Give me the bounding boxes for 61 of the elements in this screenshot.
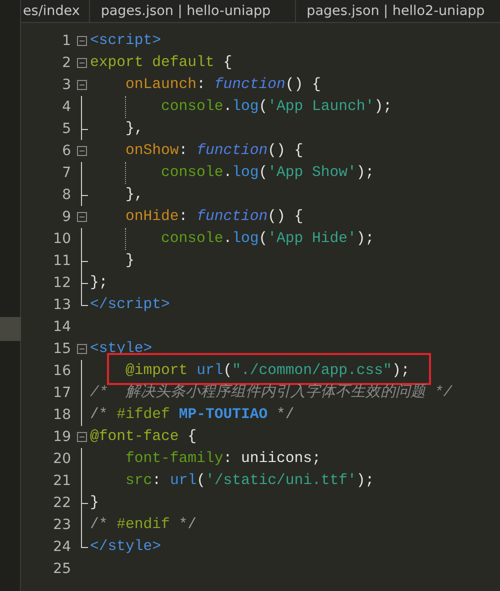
file-tab[interactable]: es/index [21, 0, 90, 22]
code-line: }, [124, 186, 144, 205]
code-line: onLaunch: function() { [124, 76, 322, 95]
code-line: export default { [90, 54, 234, 73]
collapse-icon[interactable] [77, 80, 87, 90]
code-line: /* #ifdef MP-TOUTIAO */ [90, 406, 296, 425]
collapse-icon[interactable] [77, 146, 87, 156]
scroll-marker [0, 317, 21, 341]
code-line: console.log('App Hide'); [90, 228, 500, 250]
line-number: 7 [61, 165, 71, 181]
line-number: 20 [52, 451, 71, 467]
file-tab[interactable]: pages.json | hello-uniapp [90, 0, 296, 22]
line-number: 22 [52, 495, 71, 511]
collapse-icon[interactable] [77, 58, 87, 68]
line-number: 10 [52, 231, 71, 247]
collapse-icon[interactable] [77, 36, 87, 46]
code-line: }; [90, 274, 109, 293]
line-number: 18 [52, 407, 71, 423]
fold-end-line [81, 536, 88, 548]
code-line: src: url('/static/uni.ttf'); [124, 472, 376, 491]
code-line: }, [124, 120, 144, 139]
line-number: 2 [61, 55, 71, 71]
line-number: 9 [61, 209, 71, 225]
code-line: @font-face { [90, 428, 198, 447]
code-line: </style> [90, 538, 162, 557]
line-number: 15 [52, 341, 71, 357]
code-line: onHide: function() { [124, 208, 304, 227]
line-number: 19 [52, 429, 71, 445]
code-line: <style> [90, 340, 154, 359]
line-number: 6 [61, 143, 71, 159]
collapse-icon[interactable] [77, 432, 87, 442]
line-number: 24 [52, 539, 71, 555]
line-number: 14 [52, 319, 71, 335]
code-line: console.log('App Launch'); [90, 96, 500, 118]
line-number: 13 [52, 297, 71, 313]
line-number: 8 [61, 187, 71, 203]
fold-end-line [81, 294, 88, 306]
code-line: /* 解决头条小程序组件内引入字体不生效的问题 */ [90, 382, 454, 403]
collapse-icon[interactable] [77, 344, 87, 354]
code-line: } [124, 252, 136, 271]
file-tab[interactable]: pages.json | hello2-uniapp [296, 0, 500, 22]
line-number: 25 [52, 561, 71, 577]
code-line: onShow: function() { [124, 142, 304, 161]
line-number: 17 [52, 385, 71, 401]
code-line: @import url("./common/app.css"); [90, 360, 500, 382]
code-line: <script> [90, 32, 162, 51]
code-line: font-family: uniicons; [124, 450, 322, 469]
collapse-icon[interactable] [77, 212, 87, 222]
code-line: /* #endif */ [90, 516, 198, 535]
line-number: 23 [52, 517, 71, 533]
line-number: 1 [61, 33, 71, 49]
code-line: } [90, 494, 100, 513]
line-number: 5 [61, 121, 71, 137]
line-number: 3 [61, 77, 71, 93]
line-number: 4 [61, 99, 71, 115]
code-line: </script> [90, 296, 171, 315]
line-number: 12 [52, 275, 71, 291]
line-number: 16 [52, 363, 71, 379]
code-line: console.log('App Show'); [90, 162, 500, 184]
line-number: 11 [52, 253, 71, 269]
line-number: 21 [52, 473, 71, 489]
